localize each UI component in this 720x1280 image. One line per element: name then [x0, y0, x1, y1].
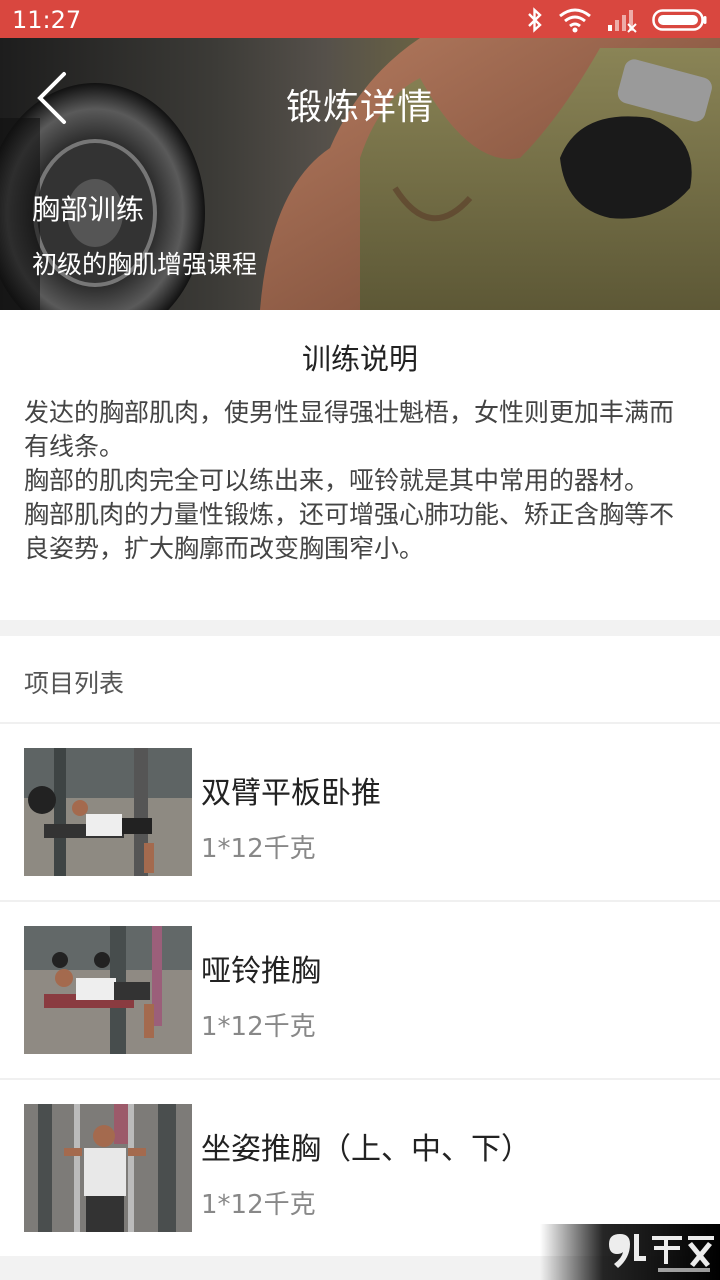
exercise-name: 双臂平板卧推	[201, 776, 381, 811]
signal-icon	[608, 10, 637, 33]
description-paragraph: 发达的胸部肌肉，使男性显得强壮魁梧，女性则更加丰满而有线条。	[24, 398, 675, 461]
list-item[interactable]: 哑铃推胸 1*12千克	[0, 902, 720, 1078]
battery-icon	[652, 9, 707, 31]
status-icons	[526, 6, 708, 34]
exercise-name: 坐姿推胸（上、中、下）	[201, 1132, 531, 1167]
exercise-name: 哑铃推胸	[201, 954, 321, 989]
description-heading: 训练说明	[301, 342, 418, 376]
status-bar: 11:27	[0, 0, 720, 38]
watermark-logo	[540, 1224, 720, 1280]
exercise-quantity: 1*12千克	[201, 834, 316, 864]
training-description-card: 训练说明 发达的胸部肌肉，使男性显得强壮魁梧，女性则更加丰满而有线条。 胸部的肌…	[0, 310, 720, 620]
description-paragraph: 胸部的肌肉完全可以练出来，哑铃就是其中常用的器材。	[24, 466, 650, 495]
exercise-thumbnail	[24, 926, 192, 1054]
hero-banner: 锻炼详情 胸部训练 初级的胸肌增强课程	[0, 38, 720, 310]
description-paragraph: 胸部肌肉的力量性锻炼，还可增强心肺功能、矫正含胸等不良姿势，扩大胸廓而改变胸围窄…	[24, 500, 675, 563]
list-header: 项目列表	[24, 669, 125, 698]
page-title: 锻炼详情	[285, 87, 434, 128]
workout-subtitle: 初级的胸肌增强课程	[32, 250, 258, 279]
wifi-icon	[559, 8, 591, 33]
exercise-thumbnail	[24, 748, 192, 876]
bluetooth-icon	[528, 7, 542, 33]
description-body: 发达的胸部肌肉，使男性显得强壮魁梧，女性则更加丰满而有线条。 胸部的肌肉完全可以…	[24, 396, 698, 566]
status-time: 11:27	[12, 6, 82, 34]
list-item[interactable]: 双臂平板卧推 1*12千克	[0, 724, 720, 900]
exercise-list: 项目列表 双臂平板卧推 1*12千克 哑铃推胸 1*12千克 坐姿推胸（上、中、…	[0, 636, 720, 1256]
workout-category: 胸部训练	[32, 193, 145, 226]
exercise-quantity: 1*12千克	[201, 1012, 316, 1042]
exercise-quantity: 1*12千克	[201, 1190, 316, 1220]
exercise-thumbnail	[24, 1104, 192, 1232]
